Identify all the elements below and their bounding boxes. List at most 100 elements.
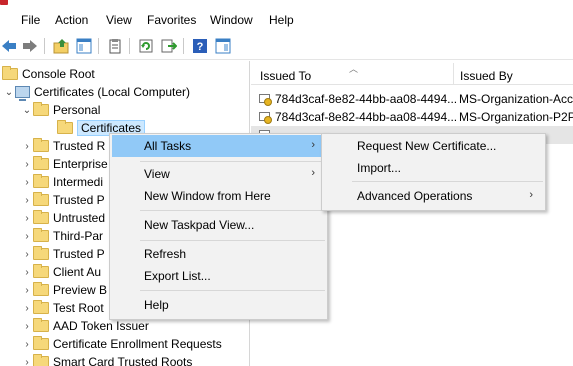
column-issued-by[interactable]: Issued By — [460, 69, 513, 83]
menu-separator — [140, 240, 325, 241]
folder-icon — [33, 246, 49, 260]
tree-folder[interactable]: › Untrusted — [21, 209, 105, 227]
chevron-right-icon: › — [311, 167, 315, 179]
chevron-right-icon[interactable]: › — [21, 339, 33, 350]
menu-item-advanced-operations[interactable]: Advanced Operations › — [324, 185, 543, 207]
help-icon[interactable]: ? — [191, 37, 209, 55]
menu-item-request-new-certificate[interactable]: Request New Certificate... — [324, 135, 543, 157]
chevron-right-icon[interactable]: › — [21, 285, 33, 296]
tree-label: Test Root — [53, 301, 104, 315]
tree-folder[interactable]: › Trusted P — [21, 191, 105, 209]
chevron-right-icon[interactable]: › — [21, 177, 33, 188]
menu-file[interactable]: File — [21, 13, 40, 27]
chevron-right-icon[interactable]: › — [21, 159, 33, 170]
tree-folder[interactable]: › Trusted R — [21, 137, 105, 155]
chevron-right-icon[interactable]: › — [21, 249, 33, 260]
tree-label: Console Root — [22, 67, 95, 81]
toolbar: ? — [0, 32, 573, 60]
column-issued-to[interactable]: Issued To — [260, 69, 311, 83]
folder-icon — [33, 138, 49, 152]
all-tasks-submenu: Request New Certificate... Import... Adv… — [321, 133, 546, 211]
menu-item-label: Request New Certificate... — [357, 139, 497, 153]
folder-icon — [33, 318, 49, 332]
menu-item-all-tasks[interactable]: All Tasks › — [112, 135, 325, 157]
tree-label: Certificates (Local Computer) — [34, 85, 191, 99]
table-row[interactable]: 784d3caf-8e82-44bb-aa08-4494... MS-Organ… — [251, 90, 573, 108]
folder-icon — [33, 336, 49, 350]
show-hide-tree-icon[interactable] — [75, 37, 93, 55]
chevron-right-icon[interactable]: › — [21, 231, 33, 242]
forward-arrow-icon[interactable] — [21, 37, 39, 55]
menu-item-label: View — [144, 167, 170, 181]
chevron-right-icon: › — [529, 189, 533, 201]
menu-item-label: Export List... — [144, 269, 211, 283]
chevron-right-icon[interactable]: › — [21, 213, 33, 224]
tree-certificates-local[interactable]: ⌄ Certificates (Local Computer) — [3, 83, 190, 101]
toolbar-separator — [44, 38, 45, 54]
column-divider[interactable] — [453, 63, 454, 85]
folder-icon — [33, 300, 49, 314]
menu-item-help[interactable]: Help — [112, 294, 325, 316]
tree-folder[interactable]: › Trusted P — [21, 245, 105, 263]
menu-separator — [140, 290, 325, 291]
list-header: ︿ Issued To Issued By — [251, 61, 573, 85]
menu-item-export-list[interactable]: Export List... — [112, 265, 325, 287]
tree-label: AAD Token Issuer — [53, 319, 149, 333]
chevron-right-icon[interactable]: › — [21, 195, 33, 206]
menu-item-label: New Taskpad View... — [144, 218, 255, 232]
menu-item-view[interactable]: View › — [112, 163, 325, 185]
tree-label: Untrusted — [53, 211, 106, 225]
folder-icon — [33, 228, 49, 242]
tree-folder[interactable]: › Third-Par — [21, 227, 103, 245]
tree-folder[interactable]: › Certificate Enrollment Requests — [21, 335, 222, 353]
menu-action[interactable]: Action — [55, 13, 88, 27]
tree-folder[interactable]: › Intermedi — [21, 173, 103, 191]
tree-folder[interactable]: › Enterprise — [21, 155, 108, 173]
tree-label: Certificate Enrollment Requests — [53, 337, 222, 351]
tree-folder[interactable]: › Smart Card Trusted Roots — [21, 353, 192, 366]
tree-label: Intermedi — [53, 175, 104, 189]
properties-icon[interactable] — [106, 37, 124, 55]
cell-issued-by: MS-Organization-P2P — [459, 110, 573, 124]
tree-personal[interactable]: ⌄ Personal — [21, 101, 100, 119]
menu-item-label: All Tasks — [144, 139, 192, 153]
table-row[interactable]: 784d3caf-8e82-44bb-aa08-4494... MS-Organ… — [251, 108, 573, 126]
show-action-pane-icon[interactable] — [214, 37, 232, 55]
chevron-right-icon[interactable]: › — [21, 141, 33, 152]
menu-item-refresh[interactable]: Refresh — [112, 243, 325, 265]
menu-window[interactable]: Window — [210, 13, 253, 27]
cell-issued-to: 784d3caf-8e82-44bb-aa08-4494... — [275, 110, 458, 124]
folder-icon — [33, 264, 49, 278]
tree-folder[interactable]: › Test Root — [21, 299, 104, 317]
menu-item-label: Import... — [357, 161, 402, 175]
export-list-icon[interactable] — [160, 37, 178, 55]
menu-item-new-taskpad[interactable]: New Taskpad View... — [112, 214, 325, 236]
chevron-right-icon[interactable]: › — [21, 357, 33, 366]
menu-item-label: New Window from Here — [144, 189, 271, 203]
chevron-down-icon[interactable]: ⌄ — [21, 105, 33, 116]
tree-label: Smart Card Trusted Roots — [53, 355, 193, 366]
up-folder-icon[interactable] — [52, 37, 70, 55]
menu-item-label: Help — [144, 298, 169, 312]
back-arrow-icon[interactable] — [0, 37, 18, 55]
chevron-right-icon[interactable]: › — [21, 321, 33, 332]
menu-help[interactable]: Help — [269, 13, 294, 27]
refresh-icon[interactable] — [137, 37, 155, 55]
chevron-right-icon[interactable]: › — [21, 303, 33, 314]
folder-icon — [33, 102, 49, 116]
mmc-app-icon — [0, 0, 8, 5]
menu-separator — [140, 210, 325, 211]
menu-item-import[interactable]: Import... — [324, 157, 543, 179]
svg-text:?: ? — [197, 41, 204, 53]
menu-view[interactable]: View — [106, 13, 132, 27]
chevron-right-icon[interactable]: › — [21, 267, 33, 278]
context-menu: All Tasks › View › New Window from Here … — [109, 133, 328, 320]
chevron-down-icon[interactable]: ⌄ — [3, 87, 15, 98]
tree-folder[interactable]: › Preview B — [21, 281, 107, 299]
menu-item-new-window[interactable]: New Window from Here — [112, 185, 325, 207]
tree-console-root[interactable]: Console Root — [2, 65, 95, 83]
menu-favorites[interactable]: Favorites — [147, 13, 196, 27]
tree-folder[interactable]: › Client Au — [21, 263, 101, 281]
folder-icon — [57, 120, 73, 134]
title-bar — [0, 0, 573, 6]
